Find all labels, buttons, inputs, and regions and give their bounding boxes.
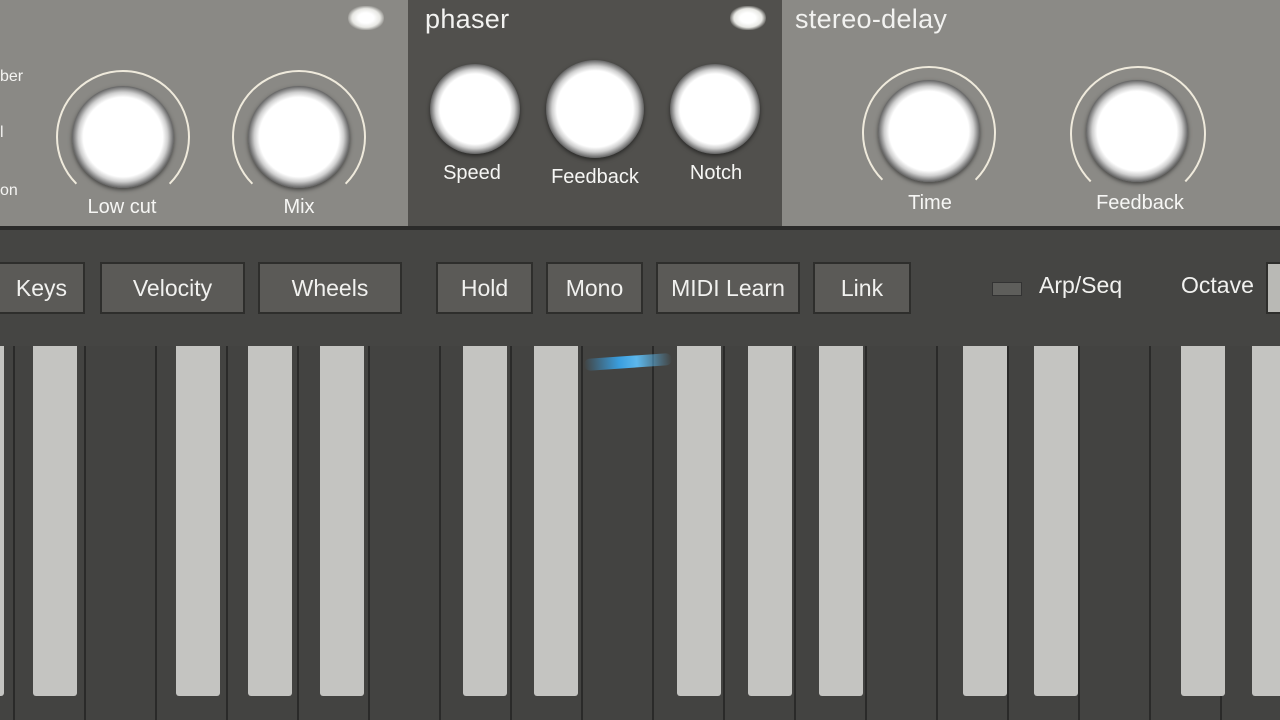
arp-seq-led[interactable] bbox=[992, 282, 1022, 296]
low-cut-knob[interactable] bbox=[72, 86, 174, 188]
phaser-title: phaser bbox=[425, 4, 510, 34]
white-key[interactable] bbox=[583, 346, 654, 720]
wheels-button[interactable]: Wheels bbox=[258, 262, 402, 314]
phaser-power-led[interactable] bbox=[730, 6, 766, 30]
velocity-button[interactable]: Velocity bbox=[100, 262, 245, 314]
black-key[interactable] bbox=[176, 346, 220, 696]
left-effect-panel: ber l on Low cut Mix bbox=[0, 0, 408, 228]
mix-label: Mix bbox=[283, 196, 315, 218]
delay-time-knob[interactable] bbox=[878, 80, 980, 182]
black-key[interactable] bbox=[677, 346, 721, 696]
white-key[interactable] bbox=[1080, 346, 1151, 720]
phaser-notch-label: Notch bbox=[689, 162, 743, 184]
octave-label: Octave bbox=[1181, 272, 1254, 298]
black-key[interactable] bbox=[0, 346, 4, 696]
delay-feedback-knob[interactable] bbox=[1086, 80, 1188, 182]
black-key[interactable] bbox=[1181, 346, 1225, 696]
black-key[interactable] bbox=[748, 346, 792, 696]
side-label-1: ber bbox=[0, 68, 24, 85]
black-key[interactable] bbox=[1034, 346, 1078, 696]
low-cut-label: Low cut bbox=[87, 196, 157, 218]
black-key[interactable] bbox=[534, 346, 578, 696]
arp-seq-label[interactable]: Arp/Seq bbox=[1039, 272, 1122, 299]
link-button[interactable]: Link bbox=[813, 262, 911, 314]
black-key[interactable] bbox=[320, 346, 364, 696]
stereo-delay-title: stereo-delay bbox=[795, 4, 948, 34]
midi-learn-button[interactable]: MIDI Learn bbox=[656, 262, 800, 314]
black-key[interactable] bbox=[963, 346, 1007, 696]
stereo-delay-panel: stereo-delay Time Feedback bbox=[782, 0, 1280, 228]
octave-control[interactable] bbox=[1266, 262, 1280, 314]
effects-strip: ber l on Low cut Mix phaser Speed Feedba… bbox=[0, 0, 1280, 228]
black-key[interactable] bbox=[819, 346, 863, 696]
white-key[interactable] bbox=[867, 346, 938, 720]
black-key[interactable] bbox=[248, 346, 292, 696]
piano-keyboard bbox=[0, 346, 1280, 720]
phaser-notch-knob[interactable] bbox=[670, 64, 760, 154]
keyboard-toolbar: Keys Velocity Wheels Hold Mono MIDI Lear… bbox=[0, 230, 1280, 346]
synth-app: ber l on Low cut Mix phaser Speed Feedba… bbox=[0, 0, 1280, 720]
black-key[interactable] bbox=[33, 346, 77, 696]
phaser-speed-knob[interactable] bbox=[430, 64, 520, 154]
mono-button[interactable]: Mono bbox=[546, 262, 643, 314]
white-key[interactable] bbox=[86, 346, 157, 720]
hold-button[interactable]: Hold bbox=[436, 262, 533, 314]
black-key[interactable] bbox=[1252, 346, 1280, 696]
white-key[interactable] bbox=[370, 346, 441, 720]
side-label-3: on bbox=[0, 182, 18, 199]
delay-feedback-label: Feedback bbox=[1096, 192, 1184, 214]
phaser-panel: phaser Speed Feedback Notch bbox=[408, 0, 782, 228]
black-key[interactable] bbox=[463, 346, 507, 696]
left-power-led[interactable] bbox=[348, 6, 384, 30]
mix-knob[interactable] bbox=[248, 86, 350, 188]
delay-time-label: Time bbox=[908, 192, 952, 214]
phaser-feedback-knob[interactable] bbox=[546, 60, 644, 158]
keys-button[interactable]: Keys bbox=[0, 262, 85, 314]
side-label-2: l bbox=[0, 124, 4, 141]
